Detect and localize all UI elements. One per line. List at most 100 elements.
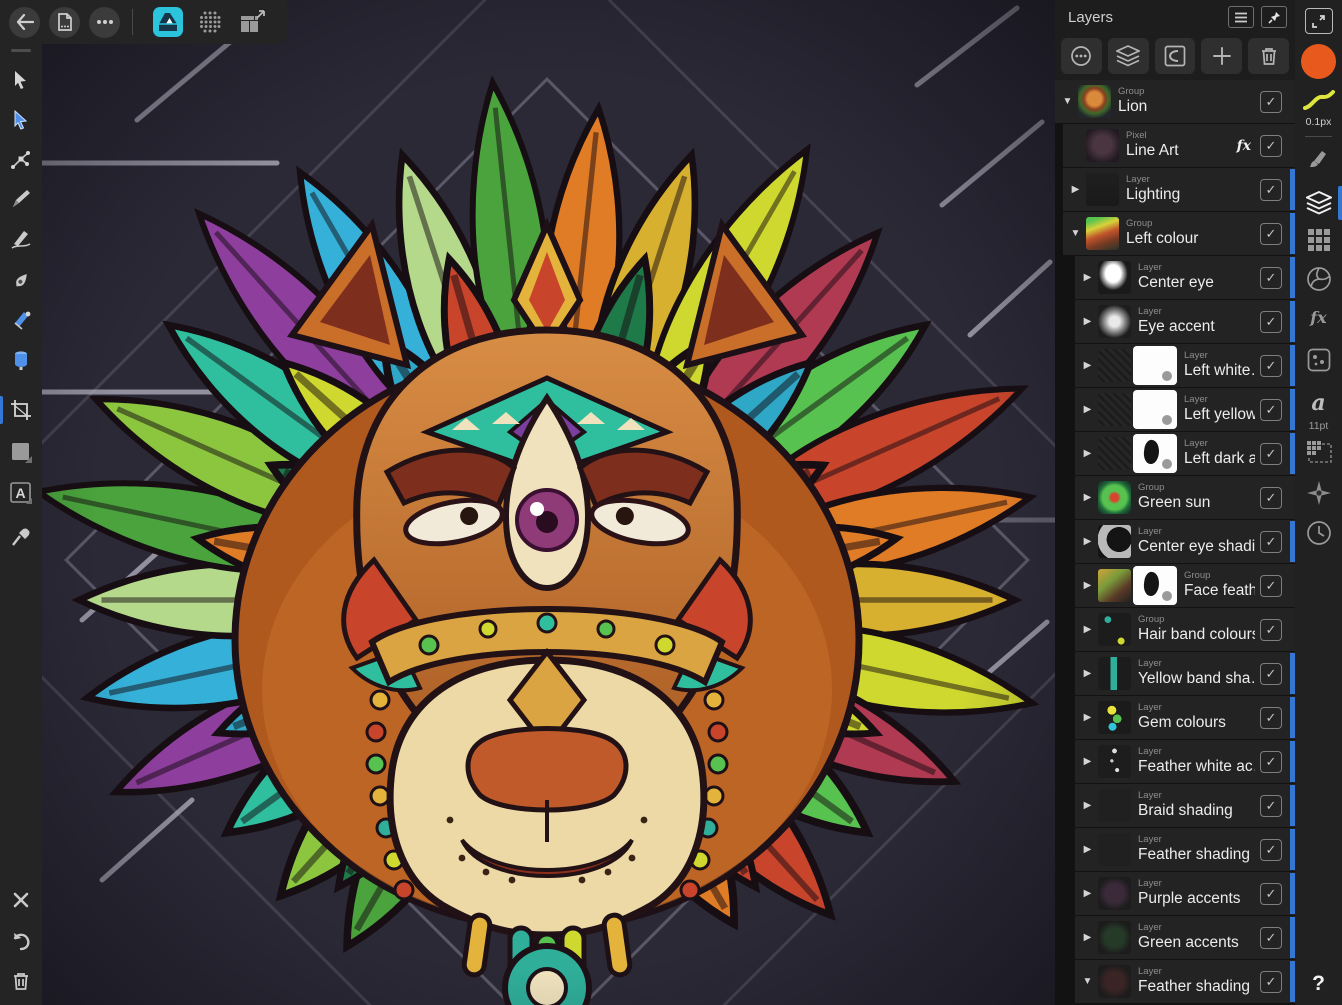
pencil-tool[interactable] xyxy=(0,180,42,218)
cancel-button[interactable] xyxy=(0,881,42,919)
layer-row[interactable]: ▶ Layer Gem colours ✓ xyxy=(1075,696,1295,739)
expand-icon[interactable] xyxy=(1295,8,1342,34)
adjustments-icon[interactable] xyxy=(1295,348,1342,372)
disclosure-triangle[interactable]: ▼ xyxy=(1059,96,1076,107)
disclosure-triangle[interactable]: ▶ xyxy=(1079,932,1096,943)
layer-row[interactable]: ▶ Layer Yellow band sha… ✓ xyxy=(1075,652,1295,695)
stroke-preview-icon[interactable] xyxy=(1295,90,1342,112)
back-button[interactable] xyxy=(9,7,40,38)
disclosure-triangle[interactable]: ▶ xyxy=(1079,492,1096,503)
layer-thumbnail[interactable] xyxy=(1086,217,1119,250)
layer-thumbnail[interactable] xyxy=(1098,657,1131,690)
layer-row[interactable]: ▶ Layer Purple accents ✓ xyxy=(1075,872,1295,915)
layer-row[interactable]: ▶ Group Green sun ✓ xyxy=(1075,476,1295,519)
visibility-checkbox[interactable]: ✓ xyxy=(1260,267,1282,289)
visibility-checkbox[interactable]: ✓ xyxy=(1260,883,1282,905)
layer-thumbnail[interactable] xyxy=(1133,566,1177,605)
layer-thumbnail[interactable] xyxy=(1133,390,1177,429)
layer-thumbnail[interactable] xyxy=(1098,833,1131,866)
layer-thumbnail[interactable] xyxy=(1098,613,1131,646)
pin-icon[interactable] xyxy=(1261,6,1287,28)
layer-row[interactable]: ▶ Group Face feath… ✓ xyxy=(1075,564,1295,607)
disclosure-triangle[interactable]: ▶ xyxy=(1079,800,1096,811)
layer-thumbnail[interactable] xyxy=(1098,965,1131,998)
disclosure-triangle[interactable]: ▶ xyxy=(1079,272,1096,283)
disclosure-triangle[interactable]: ▶ xyxy=(1079,580,1096,591)
transparency-tool[interactable] xyxy=(0,341,42,379)
visibility-checkbox[interactable]: ✓ xyxy=(1260,135,1282,157)
canvas[interactable] xyxy=(42,0,1055,1005)
text-style-icon[interactable]: a xyxy=(1295,390,1342,416)
colour-picker-tool[interactable] xyxy=(0,518,42,556)
layer-row[interactable]: ▼ Group Left colour ✓ xyxy=(1063,212,1295,255)
pixel-grid-icon[interactable] xyxy=(1295,440,1342,464)
visibility-checkbox[interactable]: ✓ xyxy=(1260,707,1282,729)
layer-row[interactable]: ▶ Layer Center eye ✓ xyxy=(1075,256,1295,299)
layer-row[interactable]: ▶ Layer Green accents ✓ xyxy=(1075,916,1295,959)
delete-button[interactable] xyxy=(0,962,42,1000)
snapping-icon[interactable] xyxy=(1295,480,1342,506)
pen-tool[interactable] xyxy=(0,262,42,300)
node-tool[interactable] xyxy=(0,101,42,139)
layer-row[interactable]: ▶ Layer Eye accent ✓ xyxy=(1075,300,1295,343)
layer-row[interactable]: ▶ Layer Left yellow… ✓ xyxy=(1075,388,1295,431)
layer-thumbnail[interactable] xyxy=(1086,173,1119,206)
layer-thumbnail[interactable] xyxy=(1098,921,1131,954)
visibility-checkbox[interactable]: ✓ xyxy=(1260,663,1282,685)
layer-row[interactable]: ▶ Layer Braid shading ✓ xyxy=(1075,784,1295,827)
disclosure-triangle[interactable]: ▶ xyxy=(1079,624,1096,635)
rail-drag-handle[interactable] xyxy=(11,49,31,52)
layer-thumbnail[interactable] xyxy=(1098,349,1131,382)
visibility-checkbox[interactable]: ✓ xyxy=(1260,795,1282,817)
swatches-icon[interactable] xyxy=(1295,228,1342,252)
visibility-checkbox[interactable]: ✓ xyxy=(1260,311,1282,333)
history-icon[interactable] xyxy=(1295,520,1342,546)
clip-mask-icon[interactable] xyxy=(1155,38,1196,74)
pixel-persona-button[interactable] xyxy=(193,7,227,38)
shape-tool[interactable] xyxy=(0,433,42,471)
layer-row[interactable]: ▶ Layer Center eye shadi… ✓ xyxy=(1075,520,1295,563)
disclosure-triangle[interactable]: ▶ xyxy=(1079,404,1096,415)
delete-icon[interactable] xyxy=(1248,38,1289,74)
disclosure-triangle[interactable]: ▶ xyxy=(1079,756,1096,767)
undo-button[interactable] xyxy=(0,922,42,960)
visibility-checkbox[interactable]: ✓ xyxy=(1260,619,1282,641)
visibility-checkbox[interactable]: ✓ xyxy=(1260,839,1282,861)
menu-icon[interactable] xyxy=(1228,6,1254,28)
visibility-checkbox[interactable]: ✓ xyxy=(1260,751,1282,773)
visibility-checkbox[interactable]: ✓ xyxy=(1260,179,1282,201)
move-tool[interactable] xyxy=(0,61,42,99)
layer-row[interactable]: ▼ Group Lion ✓ xyxy=(1055,80,1295,123)
visibility-checkbox[interactable]: ✓ xyxy=(1260,223,1282,245)
disclosure-triangle[interactable]: ▶ xyxy=(1079,844,1096,855)
fx-badge[interactable]: fx xyxy=(1237,138,1251,154)
visibility-checkbox[interactable]: ✓ xyxy=(1260,971,1282,993)
disclosure-triangle[interactable]: ▶ xyxy=(1067,184,1084,195)
visibility-checkbox[interactable]: ✓ xyxy=(1260,927,1282,949)
layer-thumbnail[interactable] xyxy=(1098,437,1131,470)
layer-row[interactable]: ▶ Layer Feather shading ✓ xyxy=(1075,828,1295,871)
designer-app-button[interactable] xyxy=(151,7,185,38)
disclosure-triangle[interactable]: ▶ xyxy=(1079,668,1096,679)
layer-row[interactable]: Pixel Line Art fx ✓ xyxy=(1063,124,1295,167)
help-icon[interactable]: ? xyxy=(1295,972,1342,996)
add-icon[interactable] xyxy=(1201,38,1242,74)
layers-stack-icon[interactable] xyxy=(1108,38,1149,74)
disclosure-triangle[interactable]: ▼ xyxy=(1079,976,1096,987)
layer-thumbnail[interactable] xyxy=(1098,701,1131,734)
layer-thumbnail[interactable] xyxy=(1133,346,1177,385)
brush-icon[interactable] xyxy=(1295,148,1342,170)
layer-thumbnail[interactable] xyxy=(1098,261,1131,294)
fx-icon[interactable]: fx xyxy=(1295,308,1342,327)
layer-thumbnail[interactable] xyxy=(1098,525,1131,558)
document-button[interactable] xyxy=(49,7,80,38)
visibility-checkbox[interactable]: ✓ xyxy=(1260,355,1282,377)
disclosure-triangle[interactable]: ▶ xyxy=(1079,316,1096,327)
layer-row[interactable]: ▶ Layer Lighting ✓ xyxy=(1063,168,1295,211)
layer-row[interactable]: ▶ Group Hair band colours ✓ xyxy=(1075,608,1295,651)
layer-thumbnail[interactable] xyxy=(1098,789,1131,822)
visibility-checkbox[interactable]: ✓ xyxy=(1260,91,1282,113)
studio-layout-button[interactable] xyxy=(235,7,269,38)
disclosure-triangle[interactable]: ▶ xyxy=(1079,448,1096,459)
crop-tool[interactable] xyxy=(0,391,42,429)
